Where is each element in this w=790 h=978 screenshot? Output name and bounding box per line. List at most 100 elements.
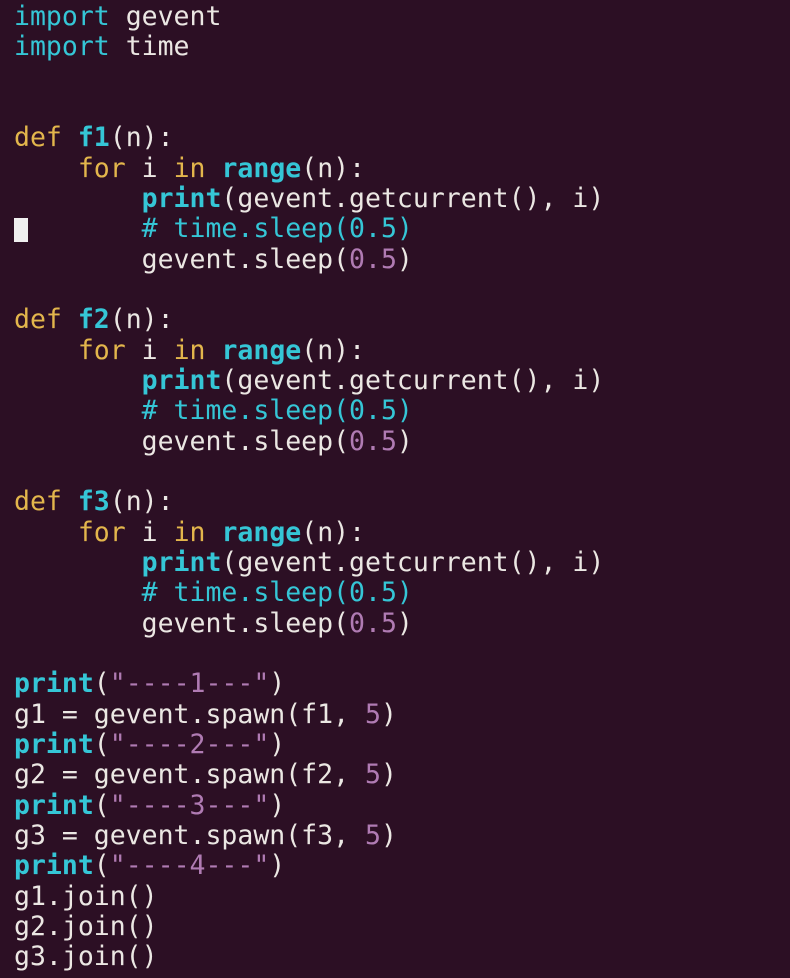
code-line[interactable] <box>14 275 790 305</box>
code-token: g2 = gevent.spawn(f2, <box>14 759 365 791</box>
code-token: print <box>14 789 94 821</box>
code-token: (gevent.getcurrent(), i) <box>221 364 605 396</box>
code-line[interactable]: def f1(n): <box>14 123 790 153</box>
code-line[interactable] <box>14 457 790 487</box>
code-token: import <box>14 1 110 32</box>
code-line[interactable]: gevent.sleep(0.5) <box>14 425 790 457</box>
code-token: g3 = gevent.spawn(f3, <box>14 819 365 851</box>
code-line[interactable]: g3.join() <box>14 942 790 972</box>
code-token: "----3---" <box>109 789 270 821</box>
code-token: (n): <box>301 334 366 366</box>
code-editor[interactable]: import gevent import time def f1(n): for … <box>0 0 790 978</box>
code-token: def <box>14 122 62 154</box>
code-token: ( <box>93 850 110 882</box>
code-line[interactable]: gevent.sleep(0.5) <box>14 243 790 275</box>
code-token: ) <box>396 425 413 457</box>
code-line[interactable]: print("----2---") <box>14 728 790 760</box>
code-line[interactable]: for i in range(n): <box>14 334 790 366</box>
code-token: ) <box>380 819 397 851</box>
code-token: ) <box>269 850 286 882</box>
code-token: ) <box>269 668 286 700</box>
code-token: gevent.sleep( <box>14 243 350 275</box>
code-token: i <box>125 334 174 366</box>
code-line[interactable]: for i in range(n): <box>14 516 790 548</box>
code-line[interactable]: gevent.sleep(0.5) <box>14 607 790 639</box>
code-line[interactable]: print("----1---") <box>14 669 790 699</box>
code-token: i <box>125 152 174 184</box>
code-line[interactable]: def f3(n): <box>14 487 790 517</box>
code-line[interactable]: print("----4---") <box>14 851 790 881</box>
code-line[interactable]: # time.sleep(0.5) <box>14 396 790 426</box>
code-token: ( <box>93 728 110 760</box>
code-line[interactable]: # time.sleep(0.5) <box>14 578 790 608</box>
code-line[interactable]: g1.join() <box>14 881 790 912</box>
code-token: import <box>14 31 110 63</box>
code-line[interactable]: print(gevent.getcurrent(), i) <box>14 546 790 578</box>
code-token: # time.sleep(0.5) <box>141 395 413 427</box>
code-token: (gevent.getcurrent(), i) <box>221 546 605 578</box>
code-token: (n): <box>109 486 174 518</box>
code-token: "----2---" <box>109 728 270 760</box>
code-line[interactable]: def f2(n): <box>14 305 790 335</box>
code-line[interactable]: print(gevent.getcurrent(), i) <box>14 182 790 214</box>
code-token: ) <box>269 789 286 821</box>
code-token: range <box>221 516 302 548</box>
code-line[interactable]: for i in range(n): <box>14 152 790 184</box>
code-token: print <box>141 546 222 578</box>
code-token: 5 <box>365 819 381 851</box>
code-token: def <box>14 486 62 518</box>
code-token: (n): <box>301 516 366 548</box>
code-line[interactable]: import gevent <box>14 1 790 32</box>
text-cursor <box>14 218 28 242</box>
code-token: g2.join() <box>14 910 158 942</box>
code-token: # time.sleep(0.5) <box>141 577 413 609</box>
code-token: for <box>77 152 126 184</box>
code-line[interactable]: print(gevent.getcurrent(), i) <box>14 364 790 396</box>
code-line[interactable]: print("----3---") <box>14 789 790 821</box>
code-token: # time.sleep(0.5) <box>141 213 413 245</box>
code-token: 0.5 <box>349 425 397 457</box>
code-line[interactable] <box>14 63 790 93</box>
code-token: for <box>77 516 126 548</box>
code-token: f3 <box>77 486 110 518</box>
code-token: print <box>141 364 222 396</box>
code-token: for <box>77 334 126 366</box>
code-line[interactable]: g1 = gevent.spawn(f1, 5) <box>14 698 790 730</box>
code-line[interactable]: g2.join() <box>14 910 790 942</box>
code-token: in <box>173 152 206 184</box>
code-token: (n): <box>109 304 174 336</box>
code-line[interactable]: # time.sleep(0.5) <box>14 214 790 244</box>
code-token: print <box>14 850 94 882</box>
code-token: def <box>14 304 62 336</box>
code-token: print <box>14 728 94 760</box>
code-line[interactable]: g2 = gevent.spawn(f2, 5) <box>14 760 790 790</box>
code-token: gevent.sleep( <box>14 425 350 457</box>
code-token: "----4---" <box>109 850 270 882</box>
code-token: ) <box>396 243 413 275</box>
code-token: "----1---" <box>109 668 270 700</box>
code-token: 5 <box>365 698 381 730</box>
code-token: in <box>173 516 206 548</box>
code-line[interactable] <box>14 93 790 123</box>
code-token: g1 = gevent.spawn(f1, <box>14 698 365 730</box>
code-line[interactable]: import time <box>14 32 790 62</box>
code-token: print <box>141 182 222 214</box>
code-line[interactable]: g3 = gevent.spawn(f3, 5) <box>14 819 790 851</box>
code-token: i <box>125 516 174 548</box>
code-token: (n): <box>301 152 366 184</box>
code-token: 0.5 <box>349 607 397 639</box>
code-token: time <box>109 31 190 63</box>
code-token: (gevent.getcurrent(), i) <box>221 182 605 214</box>
code-line[interactable] <box>14 639 790 669</box>
